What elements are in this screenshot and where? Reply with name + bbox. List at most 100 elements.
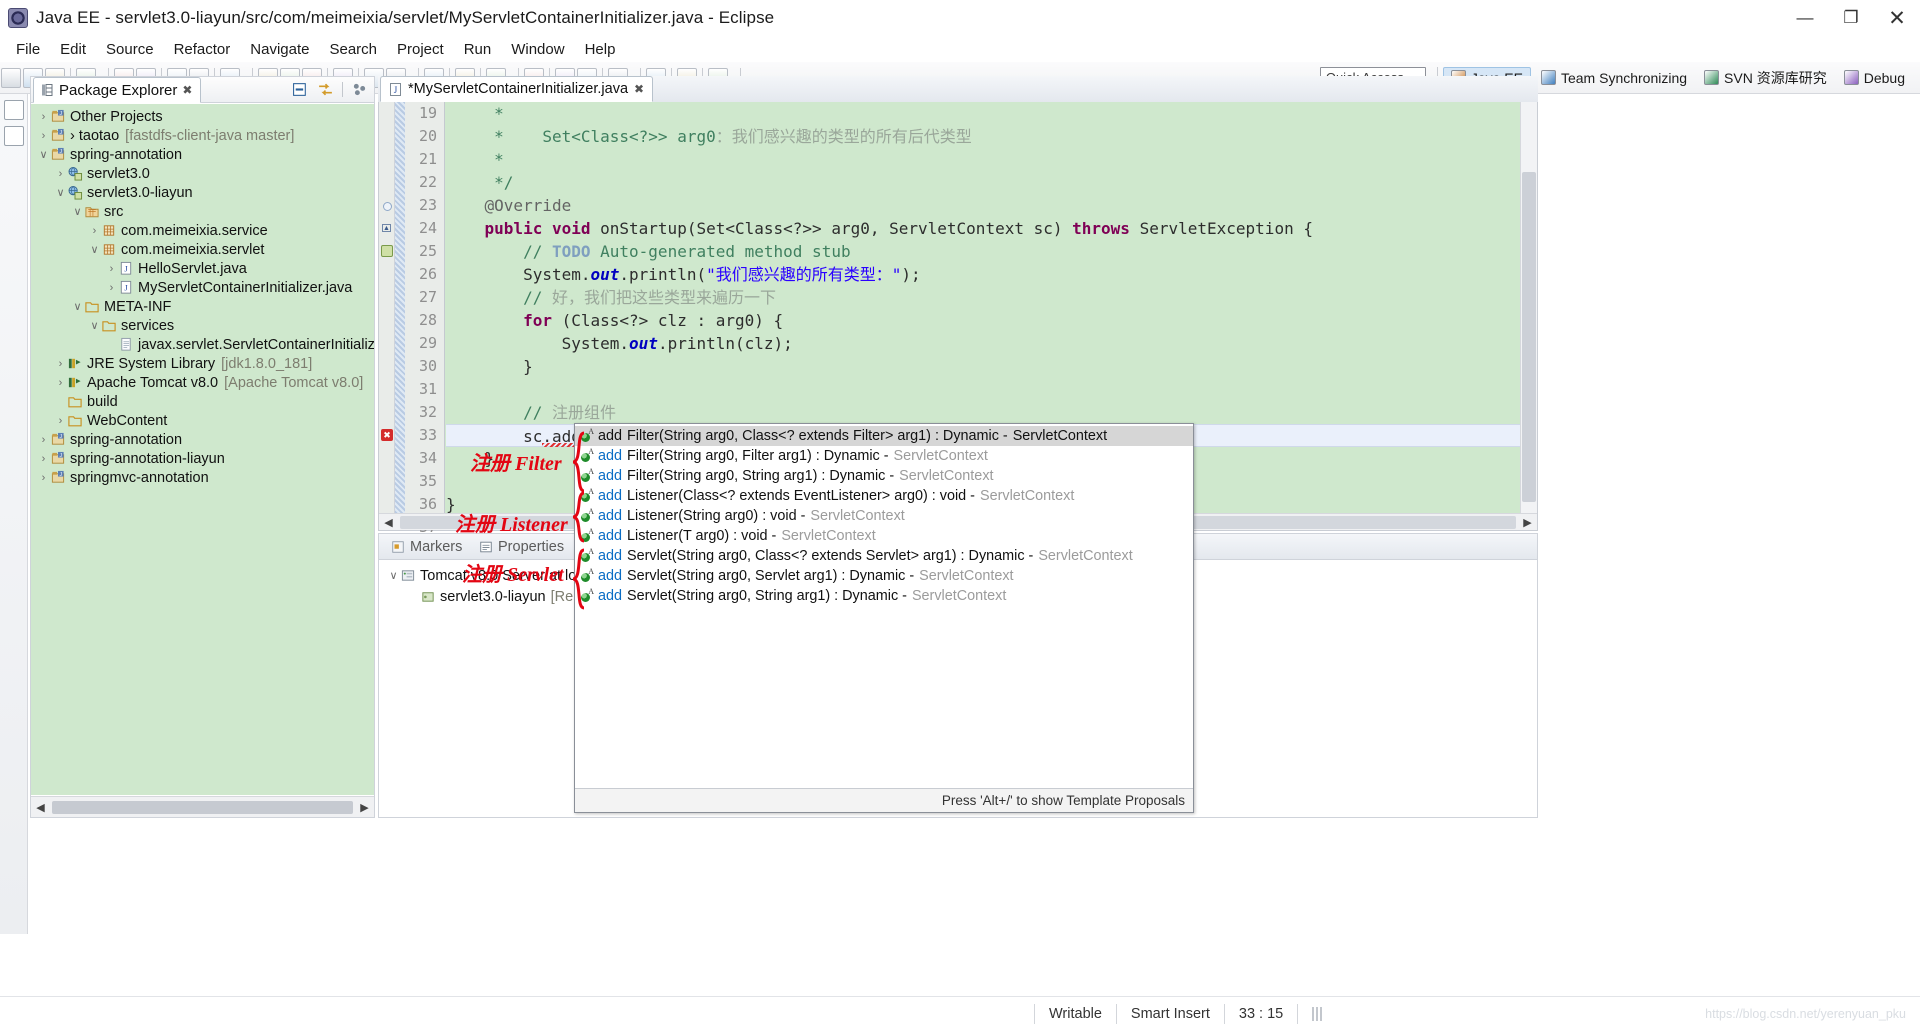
marker-slot[interactable] bbox=[379, 378, 394, 401]
chevron-right-icon[interactable]: › bbox=[105, 282, 118, 294]
menu-item-edit[interactable]: Edit bbox=[50, 39, 96, 60]
scroll-left-icon[interactable]: ◀ bbox=[379, 513, 398, 532]
perspective-debug[interactable]: Debug bbox=[1837, 68, 1912, 88]
tree-item-spring-annotation-liayun[interactable]: › Jspring-annotation-liayun bbox=[31, 449, 374, 468]
content-assist-item[interactable]: addFilter(String arg0, Filter arg1) : Dy… bbox=[575, 446, 1193, 466]
tree-item-myservletcontainerinitializer.java[interactable]: › J MyServletContainerInitializer.java bbox=[31, 278, 374, 297]
chevron-down-icon[interactable]: ∨ bbox=[88, 243, 101, 256]
marker-slot[interactable] bbox=[379, 171, 394, 194]
menu-item-file[interactable]: File bbox=[6, 39, 50, 60]
chevron-right-icon[interactable]: › bbox=[37, 453, 50, 465]
menu-item-window[interactable]: Window bbox=[501, 39, 574, 60]
view-menu-icon[interactable] bbox=[351, 81, 368, 98]
hscroll-thumb[interactable] bbox=[52, 800, 353, 814]
tree-item-javax.servlet.servletcontainerinitializer[interactable]: javax.servlet.ServletContainerInitialize… bbox=[31, 335, 374, 354]
chevron-down-icon[interactable]: ∨ bbox=[387, 569, 400, 582]
tree-item-webcontent[interactable]: › WebContent bbox=[31, 411, 374, 430]
chevron-right-icon[interactable]: › bbox=[37, 472, 50, 484]
content-assist-popup[interactable]: addFilter(String arg0, Class<? extends F… bbox=[574, 423, 1194, 813]
menu-item-project[interactable]: Project bbox=[387, 39, 454, 60]
content-assist-item[interactable]: addServlet(String arg0, Servlet arg1) : … bbox=[575, 566, 1193, 586]
tree-item-services[interactable]: ∨ services bbox=[31, 316, 374, 335]
menu-item-run[interactable]: Run bbox=[454, 39, 502, 60]
chevron-right-icon[interactable]: › bbox=[54, 415, 67, 427]
restore-perspective-icon[interactable] bbox=[3, 100, 24, 120]
close-button[interactable]: ✕ bbox=[1874, 0, 1920, 36]
tree-item-other-projects[interactable]: › J Other Projects bbox=[31, 107, 374, 126]
code-line[interactable]: System.out.println(clz); bbox=[446, 332, 1520, 355]
tab-markers[interactable]: Markers bbox=[383, 534, 470, 560]
perspective-svn-[interactable]: SVN 资源库研究 bbox=[1697, 66, 1834, 90]
menu-item-search[interactable]: Search bbox=[319, 39, 387, 60]
marker-slot[interactable] bbox=[379, 286, 394, 309]
code-line[interactable]: * Set<Class<?>> arg0：我们感兴趣的类型的所有后代类型 bbox=[446, 125, 1520, 148]
code-line[interactable]: // 好，我们把这些类型来遍历一下 bbox=[446, 286, 1520, 309]
tree-item-apache-tomcat-v8.0[interactable]: › Apache Tomcat v8.0 [Apache Tomcat v8.0] bbox=[31, 373, 374, 392]
link-with-editor-icon[interactable] bbox=[317, 81, 334, 98]
scroll-left-icon[interactable]: ◀ bbox=[31, 798, 50, 817]
tab-package-explorer[interactable]: Package Explorer ✖ bbox=[33, 77, 202, 103]
content-assist-item[interactable]: addServlet(String arg0, String arg1) : D… bbox=[575, 586, 1193, 606]
menu-item-help[interactable]: Help bbox=[575, 39, 626, 60]
tree-item-com.meimeixia.service[interactable]: › com.meimeixia.service bbox=[31, 221, 374, 240]
scroll-right-icon[interactable]: ▶ bbox=[355, 798, 374, 817]
content-assist-item[interactable]: addListener(String arg0) : void - Servle… bbox=[575, 506, 1193, 526]
fold-marker-icon[interactable] bbox=[383, 202, 392, 211]
collapse-all-icon[interactable] bbox=[292, 81, 309, 98]
tree-item-jre-system-library[interactable]: › JRE System Library [jdk1.8.0_181] bbox=[31, 354, 374, 373]
content-assist-item[interactable]: addServlet(String arg0, Class<? extends … bbox=[575, 546, 1193, 566]
marker-slot[interactable] bbox=[379, 194, 394, 217]
package-explorer-tree[interactable]: › J Other Projects › J › taotao [fastdfs-clien… bbox=[31, 104, 374, 795]
menu-item-source[interactable]: Source bbox=[96, 39, 164, 60]
maximize-button[interactable]: ❐ bbox=[1828, 0, 1874, 36]
code-line[interactable]: * bbox=[446, 148, 1520, 171]
content-assist-item[interactable]: addListener(T arg0) : void - ServletCont… bbox=[575, 526, 1193, 546]
chevron-right-icon[interactable]: › bbox=[88, 225, 101, 237]
vscroll-thumb[interactable] bbox=[1522, 172, 1536, 502]
tree-item-helloservlet.java[interactable]: › J HelloServlet.java bbox=[31, 259, 374, 278]
code-line[interactable]: System.out.println("我们感兴趣的所有类型："); bbox=[446, 263, 1520, 286]
code-line[interactable]: // TODO Auto-generated method stub bbox=[446, 240, 1520, 263]
tree-item-servlet3.0[interactable]: › servlet3.0 bbox=[31, 164, 374, 183]
chevron-right-icon[interactable]: › bbox=[54, 377, 67, 389]
chevron-right-icon[interactable]: › bbox=[105, 263, 118, 275]
menu-item-refactor[interactable]: Refactor bbox=[164, 39, 241, 60]
chevron-right-icon[interactable]: › bbox=[37, 434, 50, 446]
editor-vscrollbar[interactable] bbox=[1520, 102, 1537, 513]
menu-item-navigate[interactable]: Navigate bbox=[240, 39, 319, 60]
code-line[interactable]: // 注册组件 bbox=[446, 401, 1520, 424]
tab-myservletcontainerinitializer[interactable]: J *MyServletContainerInitializer.java ✖ bbox=[380, 76, 654, 102]
marker-slot[interactable] bbox=[379, 355, 394, 378]
marker-slot[interactable]: ▲ bbox=[379, 217, 394, 240]
marker-slot[interactable] bbox=[379, 309, 394, 332]
editor-marker-bar[interactable]: ▲ ✖ bbox=[379, 102, 395, 513]
close-icon[interactable]: ✖ bbox=[634, 82, 644, 96]
tree-item-spring-annotation[interactable]: › Jspring-annotation bbox=[31, 430, 374, 449]
project-explorer-shortcut-icon[interactable] bbox=[3, 126, 24, 146]
marker-slot[interactable] bbox=[379, 263, 394, 286]
content-assist-item[interactable]: addFilter(String arg0, String arg1) : Dy… bbox=[575, 466, 1193, 486]
marker-slot[interactable] bbox=[379, 332, 394, 355]
marker-slot[interactable] bbox=[379, 102, 394, 125]
toolbar-icon-0[interactable] bbox=[1, 67, 21, 88]
close-icon[interactable]: ✖ bbox=[182, 83, 192, 97]
tree-item--taotao[interactable]: › J › taotao [fastdfs-client-java master] bbox=[31, 126, 374, 145]
tree-item-springmvc-annotation[interactable]: › Jspringmvc-annotation bbox=[31, 468, 374, 487]
code-line[interactable]: } bbox=[446, 355, 1520, 378]
tab-properties[interactable]: Properties bbox=[471, 534, 572, 560]
marker-slot[interactable]: ✖ bbox=[379, 424, 394, 447]
chevron-down-icon[interactable]: ∨ bbox=[71, 300, 84, 313]
code-line[interactable]: * bbox=[446, 102, 1520, 125]
content-assist-list[interactable]: addFilter(String arg0, Class<? extends F… bbox=[575, 424, 1193, 606]
marker-slot[interactable] bbox=[379, 401, 394, 424]
content-assist-item[interactable]: addFilter(String arg0, Class<? extends F… bbox=[575, 426, 1193, 446]
chevron-down-icon[interactable]: ∨ bbox=[71, 205, 84, 218]
marker-slot[interactable] bbox=[379, 240, 394, 263]
chevron-right-icon[interactable]: › bbox=[54, 168, 67, 180]
package-explorer-hscrollbar[interactable]: ◀ ▶ bbox=[31, 796, 374, 817]
marker-slot[interactable] bbox=[379, 125, 394, 148]
chevron-down-icon[interactable]: ∨ bbox=[88, 319, 101, 332]
chevron-right-icon[interactable]: › bbox=[37, 111, 50, 123]
minimize-button[interactable]: — bbox=[1782, 0, 1828, 36]
marker-slot[interactable] bbox=[379, 470, 394, 493]
